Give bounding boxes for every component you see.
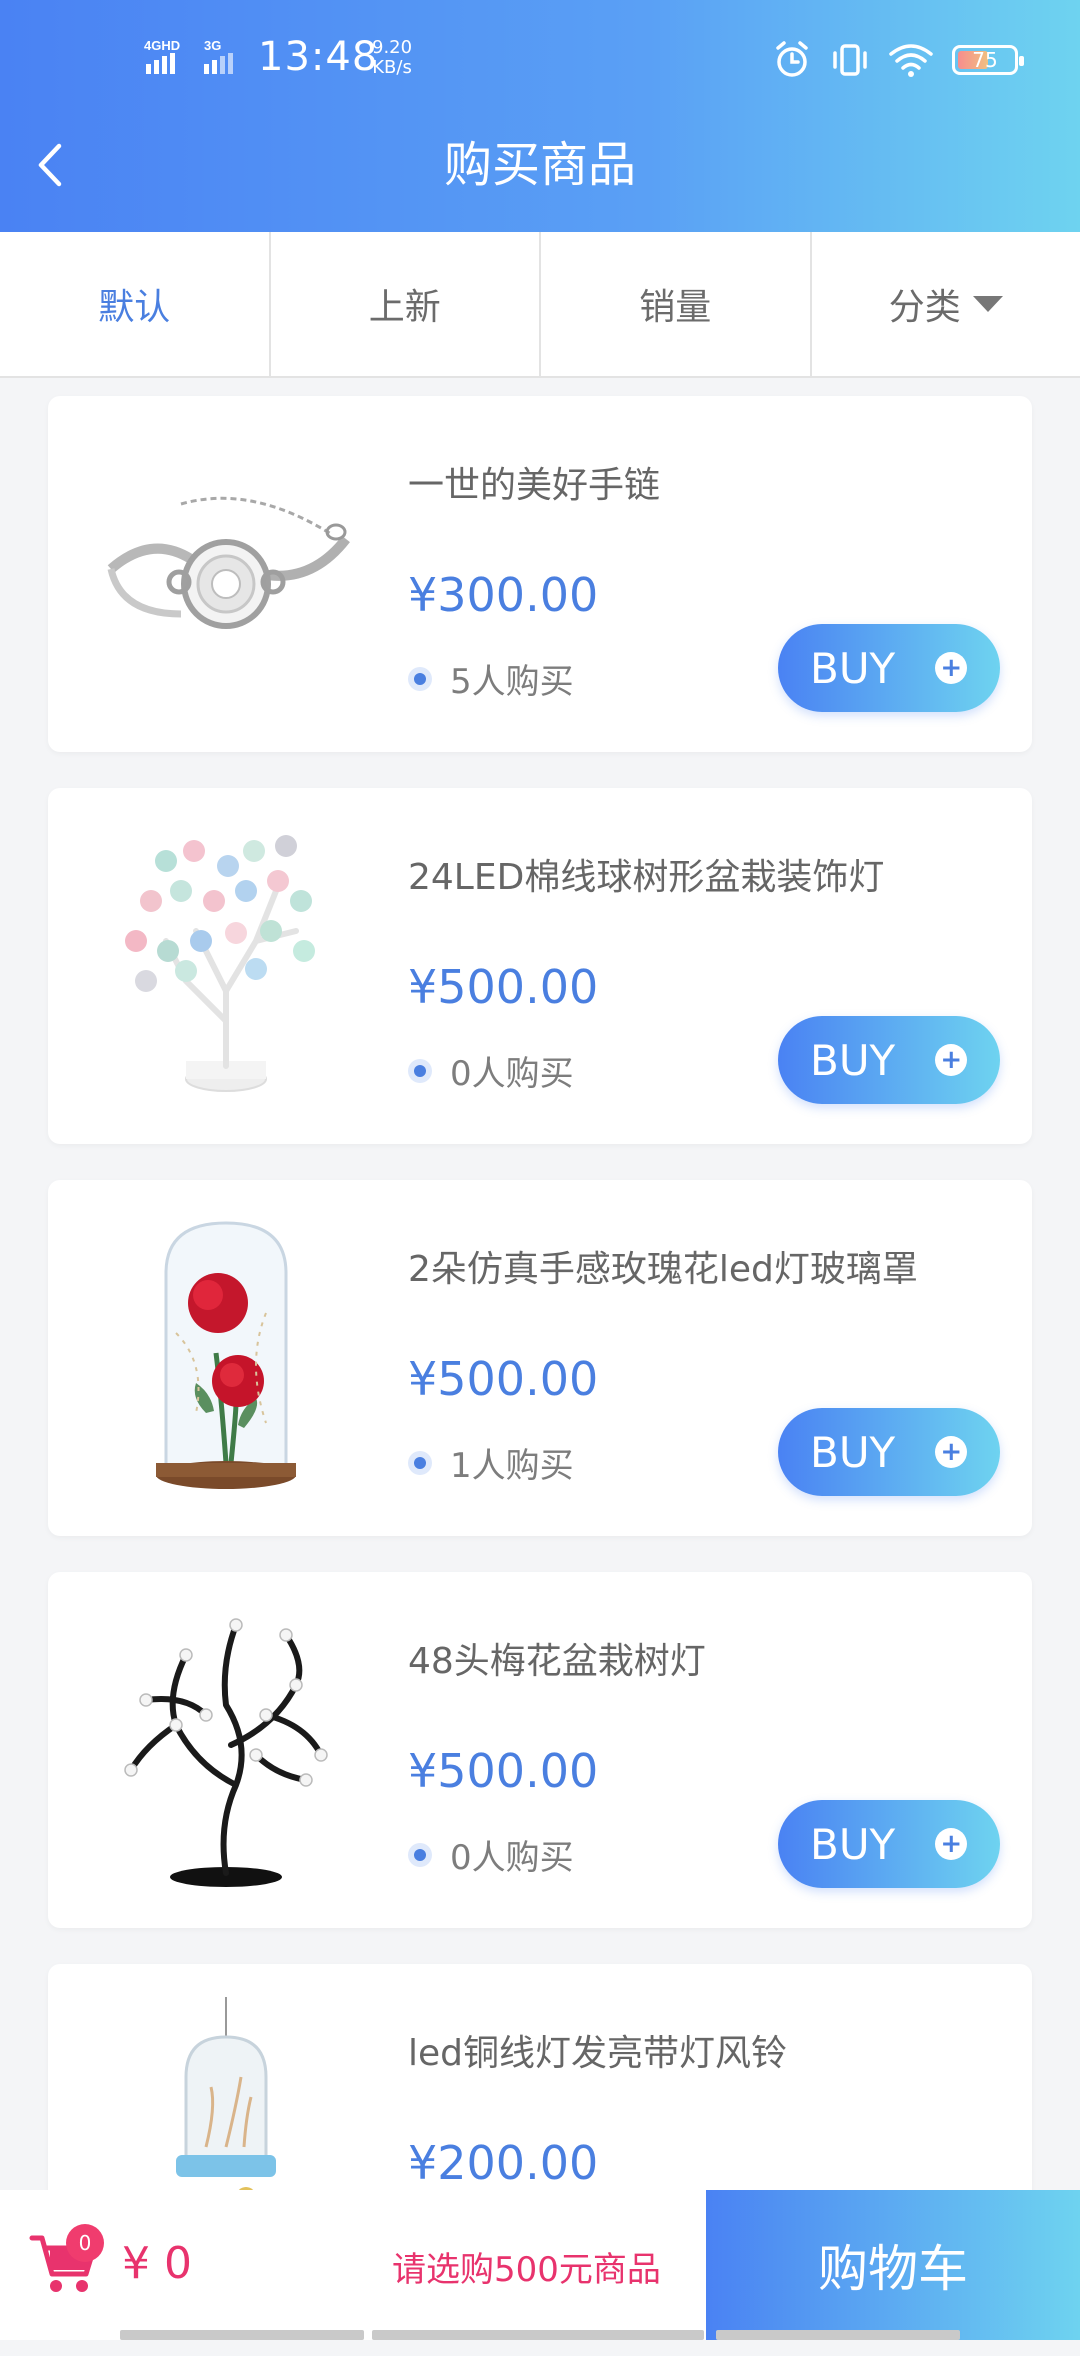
- battery-icon: 75: [952, 45, 1018, 75]
- product-card[interactable]: 48头梅花盆栽树灯 ¥500.00 0人购买 BUY +: [48, 1572, 1032, 1928]
- product-price: ¥500.00: [408, 1744, 598, 1798]
- sort-tabs: 默认 上新 销量 分类: [0, 232, 1080, 378]
- svg-text:4GHD: 4GHD: [144, 38, 180, 53]
- purchase-count-text: 0人购买: [450, 1830, 574, 1879]
- network-speed: 9.20 KB/s: [372, 38, 412, 78]
- cart-total: ¥ 0: [122, 2238, 192, 2289]
- dot-icon: [408, 667, 432, 691]
- purchase-count: 0人购买: [408, 1046, 574, 1095]
- battery-level: 75: [972, 48, 997, 72]
- cart-button[interactable]: 购物车: [706, 2190, 1080, 2340]
- buy-button[interactable]: BUY +: [778, 1800, 1000, 1888]
- dot-icon: [408, 1451, 432, 1475]
- tab-label: 上新: [369, 278, 441, 330]
- alarm-icon: [772, 40, 812, 80]
- product-price: ¥500.00: [408, 1352, 598, 1406]
- plus-icon: +: [935, 652, 967, 684]
- buy-label: BUY: [810, 1428, 895, 1477]
- product-name: 2朵仿真手感玫瑰花led灯玻璃罩: [408, 1240, 918, 1292]
- buy-label: BUY: [810, 1820, 895, 1869]
- vibrate-icon: [830, 40, 870, 80]
- dot-icon: [408, 1059, 432, 1083]
- home-indicator: [372, 2330, 704, 2340]
- purchase-count: 1人购买: [408, 1438, 574, 1487]
- product-name: 一世的美好手链: [408, 456, 660, 508]
- status-bar: 4GHD 3G 13:48 9.20 KB/s: [0, 0, 1080, 120]
- speed-unit: KB/s: [372, 58, 412, 78]
- buy-button[interactable]: BUY +: [778, 624, 1000, 712]
- product-price: ¥300.00: [408, 568, 598, 622]
- buy-label: BUY: [810, 1036, 895, 1085]
- product-name: 48头梅花盆栽树灯: [408, 1632, 706, 1684]
- tab-label: 默认: [98, 278, 170, 330]
- product-price: ¥200.00: [408, 2136, 598, 2190]
- svg-text:3G: 3G: [204, 38, 221, 53]
- home-indicator: [120, 2330, 364, 2340]
- home-indicator: [716, 2330, 960, 2340]
- plus-icon: +: [935, 1828, 967, 1860]
- triangle-down-icon: [973, 296, 1003, 312]
- product-price: ¥500.00: [408, 960, 598, 1014]
- plus-icon: +: [935, 1044, 967, 1076]
- speed-value: 9.20: [372, 38, 412, 58]
- purchase-count: 0人购买: [408, 1830, 574, 1879]
- plus-icon: +: [935, 1436, 967, 1468]
- purchase-count-text: 0人购买: [450, 1046, 574, 1095]
- product-card[interactable]: 24LED棉线球树形盆栽装饰灯 ¥500.00 0人购买 BUY +: [48, 788, 1032, 1144]
- product-name: led铜线灯发亮带灯风铃: [408, 2024, 787, 2076]
- product-image: [76, 424, 376, 724]
- purchase-count: 5人购买: [408, 654, 574, 703]
- tab-new[interactable]: 上新: [271, 232, 542, 376]
- tab-label: 分类: [889, 278, 961, 330]
- tab-sales[interactable]: 销量: [541, 232, 812, 376]
- page-title: 购买商品: [0, 130, 1080, 200]
- tab-default[interactable]: 默认: [0, 232, 271, 376]
- buy-button[interactable]: BUY +: [778, 1408, 1000, 1496]
- signal-icon: 4GHD 3G: [142, 36, 252, 76]
- purchase-count-text: 1人购买: [450, 1438, 574, 1487]
- tab-label: 销量: [639, 278, 711, 330]
- product-card[interactable]: 一世的美好手链 ¥300.00 5人购买 BUY +: [48, 396, 1032, 752]
- plum-tree-lamp-image: [106, 1605, 346, 1895]
- ball-tree-lamp-image: [106, 821, 346, 1111]
- tab-category[interactable]: 分类: [812, 232, 1080, 376]
- buy-button[interactable]: BUY +: [778, 1016, 1000, 1104]
- rose-glass-dome-image: [136, 1213, 316, 1503]
- product-image: [76, 1208, 376, 1508]
- product-card[interactable]: 2朵仿真手感玫瑰花led灯玻璃罩 ¥500.00 1人购买 BUY +: [48, 1180, 1032, 1536]
- product-image: [76, 1600, 376, 1900]
- cart-count-badge: 0: [66, 2224, 104, 2262]
- product-list: 一世的美好手链 ¥300.00 5人购买 BUY +: [48, 396, 1032, 2356]
- dot-icon: [408, 1843, 432, 1867]
- clock: 13:48: [258, 34, 378, 80]
- minimum-purchase-hint: 请选购500元商品: [392, 2242, 661, 2291]
- cart-bar: 0 ¥ 0 请选购500元商品 购物车: [0, 2190, 1080, 2340]
- bracelet-image: [81, 464, 371, 684]
- purchase-count-text: 5人购买: [450, 654, 574, 703]
- product-image: [76, 816, 376, 1116]
- product-name: 24LED棉线球树形盆栽装饰灯: [408, 848, 884, 900]
- buy-label: BUY: [810, 644, 895, 693]
- app-header: 4GHD 3G 13:48 9.20 KB/s: [0, 0, 1080, 232]
- status-icons: 75: [772, 38, 1018, 82]
- wifi-icon: [888, 40, 934, 80]
